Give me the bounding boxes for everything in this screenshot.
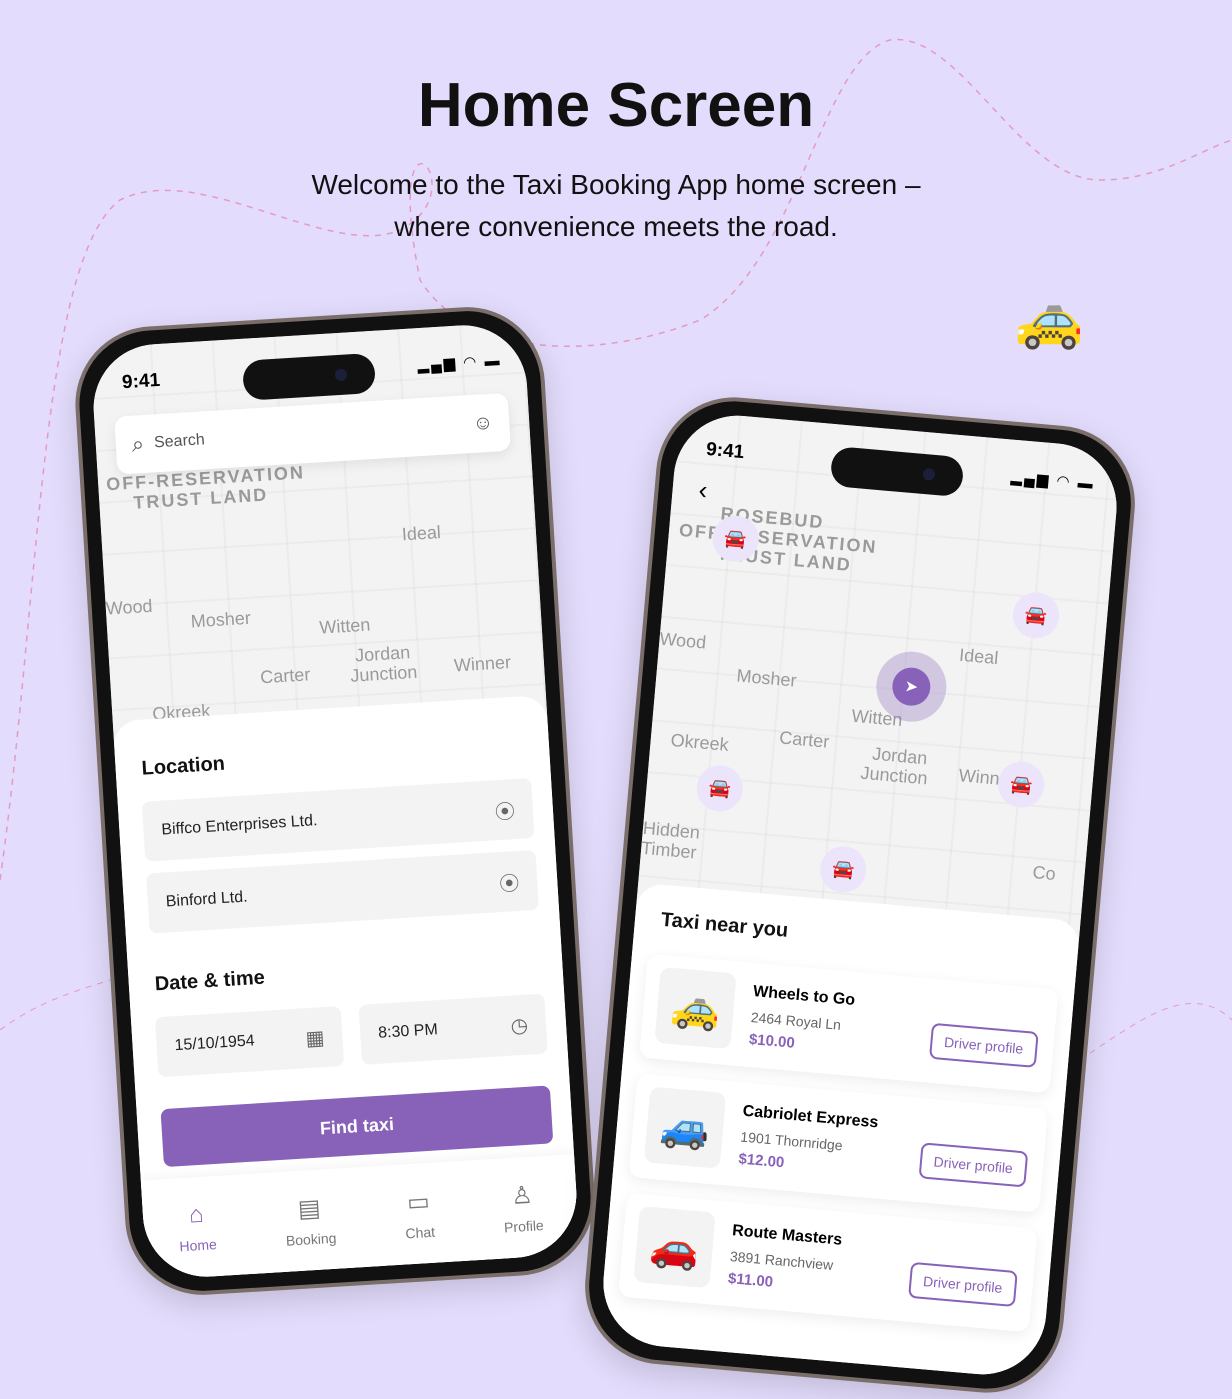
nav-chat[interactable]: ▭ Chat [403, 1186, 436, 1241]
nav-label: Home [179, 1236, 218, 1255]
date-field[interactable]: 15/10/1954 ▦ [154, 1006, 345, 1078]
calendar-icon: ▦ [304, 1026, 326, 1050]
nav-label: Profile [503, 1216, 545, 1235]
map-label: Mosher [735, 665, 798, 691]
datetime-heading: Date & time [154, 966, 266, 996]
taxi-name: Wheels to Go [752, 983, 856, 1009]
taxi-price: $11.00 [727, 1269, 774, 1291]
taxi-price: $10.00 [748, 1030, 796, 1052]
map-label: Jordan [354, 642, 411, 666]
taxi-marker-icon[interactable]: 🚘 [694, 763, 745, 814]
pickup-value: Biffco Enterprises Ltd. [160, 812, 318, 839]
taxi-marker-icon[interactable]: 🚘 [818, 844, 869, 895]
map-label: Timber [640, 837, 698, 863]
map-label: Ideal [958, 644, 1000, 669]
taxi-address: 1901 Thornridge [739, 1128, 844, 1154]
booking-icon: ▤ [297, 1194, 322, 1223]
map-label: Winner [453, 652, 512, 676]
dynamic-island [241, 352, 377, 401]
taxi-name: Route Masters [731, 1222, 843, 1249]
location-pin-icon: ⦿ [498, 872, 521, 896]
driver-profile-button[interactable]: Driver profile [918, 1142, 1029, 1188]
map-label: Wood [105, 595, 154, 619]
taxi-address: 3891 Ranchview [729, 1248, 834, 1274]
pickup-field[interactable]: Biffco Enterprises Ltd. ⦿ [141, 777, 535, 862]
bottom-nav: ⌂ Home ▤ Booking ▭ Chat ♙ Profile [140, 1154, 581, 1281]
taxi-marker-icon[interactable]: 🚘 [1011, 590, 1061, 641]
phone-taxi-list: ROSEBUD OFF-RESERVATION TRUST LAND Wood … [578, 390, 1142, 1399]
status-time: 9:41 [705, 438, 746, 464]
dropoff-field[interactable]: Binford Ltd. ⦿ [146, 849, 540, 934]
car-image: 🚙 [643, 1086, 727, 1169]
map-label: Junction [349, 661, 418, 686]
location-heading: Location [140, 752, 226, 780]
nav-home[interactable]: ⌂ Home [177, 1200, 217, 1254]
taxi-location-icon: 🚕 [1014, 287, 1084, 350]
page-title: Home Screen [417, 71, 815, 140]
navigation-arrow-icon: ➤ [890, 666, 932, 708]
taxi-card[interactable]: 🚙 Cabriolet Express 1901 Thornridge $12.00 D… [628, 1073, 1049, 1213]
taxi-address: 2464 Royal Ln [750, 1008, 842, 1033]
taxi-card[interactable]: 🚕 Wheels to Go 2464 Royal Ln $10.00 Driver p… [639, 953, 1059, 1094]
status-time: 9:41 [121, 369, 161, 394]
taxi-name: Cabriolet Express [741, 1102, 880, 1132]
driver-profile-button[interactable]: Driver profile [928, 1022, 1039, 1068]
date-value: 15/10/1954 [174, 1032, 256, 1055]
map-label: Okreek [669, 729, 730, 755]
taxi-price: $12.00 [737, 1150, 785, 1172]
taxi-panel: Taxi near you 🚕 Wheels to Go 2464 Royal Ln… [598, 882, 1081, 1380]
home-icon: ⌂ [188, 1200, 205, 1229]
nav-label: Chat [404, 1223, 436, 1241]
chat-icon: ▭ [406, 1187, 431, 1216]
taxi-marker-icon[interactable]: 🚘 [996, 759, 1047, 810]
car-image: 🚕 [654, 966, 737, 1050]
driver-profile-button[interactable]: Driver profile [907, 1261, 1018, 1308]
car-image: 🚗 [633, 1206, 716, 1289]
time-field[interactable]: 8:30 PM ◷ [358, 993, 548, 1065]
voice-icon[interactable]: ☺ [472, 411, 494, 435]
map-label: Carter [259, 664, 311, 688]
map-label: Wood [658, 628, 707, 653]
nav-booking[interactable]: ▤ Booking [283, 1192, 337, 1249]
location-pin-icon: ⦿ [494, 800, 516, 824]
map-label: Ideal [401, 522, 442, 545]
page-subtitle: Welcome to the Taxi Booking App home scr… [311, 169, 921, 242]
booking-panel: Location Biffco Enterprises Ltd. ⦿ Binfor… [112, 694, 581, 1281]
dropoff-value: Binford Ltd. [165, 888, 249, 911]
section-title: Taxi near you [660, 908, 790, 942]
profile-icon: ♙ [510, 1181, 534, 1210]
map-label: Mosher [190, 607, 252, 632]
phone-home: OFF-RESERVATION TRUST LAND Ideal Wood Mo… [70, 302, 600, 1300]
nav-profile[interactable]: ♙ Profile [501, 1180, 545, 1235]
time-value: 8:30 PM [377, 1021, 439, 1042]
map-label: Junction [859, 762, 929, 789]
search-icon: ⌕ [131, 431, 145, 457]
taxi-card[interactable]: 🚗 Route Masters 3891 Ranchview $11.00 Driver… [618, 1192, 1038, 1333]
nav-label: Booking [285, 1229, 337, 1249]
search-placeholder: Search [153, 431, 206, 452]
map-label: Co [1031, 861, 1057, 884]
map-label: Carter [778, 727, 831, 752]
map-label: Witten [318, 614, 371, 638]
clock-icon: ◷ [509, 1014, 529, 1038]
find-taxi-button[interactable]: Find taxi [160, 1085, 554, 1168]
